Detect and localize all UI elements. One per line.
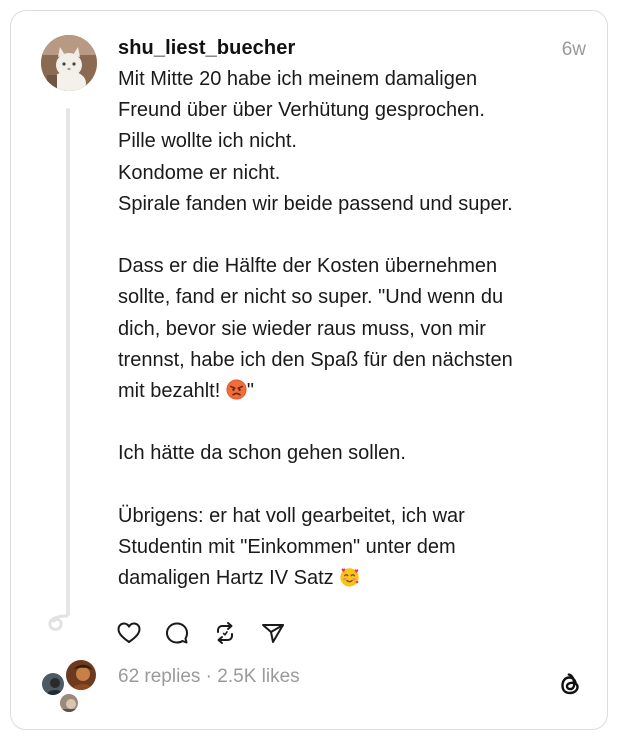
post-line: Kondome er nicht. <box>118 161 281 184</box>
post-line: Übrigens: er hat voll gearbeitet, ich wa… <box>118 504 465 527</box>
post-line: trennst, habe ich den Spaß für den nächs… <box>118 348 513 371</box>
author-avatar[interactable] <box>41 35 97 91</box>
post-line-text: mit bezahlt! <box>118 380 221 403</box>
cat-avatar-image <box>41 35 97 91</box>
thread-connector-line <box>66 108 70 616</box>
post-line: sollte, fand er nicht so super. "Und wen… <box>118 286 504 309</box>
post-line: Ich hätte da schon gehen sollen. <box>118 442 406 465</box>
replies-count[interactable]: 62 replies <box>118 666 200 687</box>
send-icon[interactable] <box>260 620 286 646</box>
post-line: Freund über über Verhütung gesprochen. <box>118 99 485 122</box>
post-line: dich, bevor sie wieder raus muss, von mi… <box>118 317 486 340</box>
post-line-with-emoji: damaligen Hartz IV Satz <box>118 563 588 594</box>
post-blank-line <box>118 470 588 501</box>
post-line-text: damaligen Hartz IV Satz <box>118 567 334 590</box>
post-line: Mit Mitte 20 habe ich meinem damaligen <box>118 68 478 90</box>
post-timestamp: 6w <box>561 39 586 60</box>
post-line: Dass er die Hälfte der Kosten übernehmen <box>118 255 498 278</box>
thread-loop-icon <box>48 614 69 631</box>
heart-icon[interactable] <box>116 620 142 646</box>
stats-separator: · <box>200 666 218 687</box>
angry-face-emoji <box>226 379 247 400</box>
post-blank-line <box>118 220 588 251</box>
likes-count[interactable]: 2.5K likes <box>217 666 299 687</box>
replier-avatar[interactable] <box>64 658 98 692</box>
post-line: Spirale fanden wir beide passend und sup… <box>118 192 513 215</box>
closing-quote: " <box>246 380 254 403</box>
replier-avatar[interactable] <box>58 692 80 714</box>
smiling-face-with-hearts-emoji <box>340 568 359 587</box>
post-line-with-emoji: mit bezahlt! " <box>118 376 588 407</box>
comment-icon[interactable] <box>164 620 190 646</box>
post-line: Studentin mit "Einkommen" unter dem <box>118 536 456 558</box>
post-text: Mit Mitte 20 habe ich meinem damaligen F… <box>118 64 588 594</box>
threads-logo-icon[interactable] <box>555 670 585 700</box>
repost-icon[interactable] <box>212 620 238 646</box>
post-blank-line <box>118 407 588 438</box>
post-line: Pille wollte ich nicht. <box>118 130 297 153</box>
post-stats: 62 replies · 2.5K likes <box>118 666 300 688</box>
author-username[interactable]: shu_liest_buecher <box>118 37 295 60</box>
